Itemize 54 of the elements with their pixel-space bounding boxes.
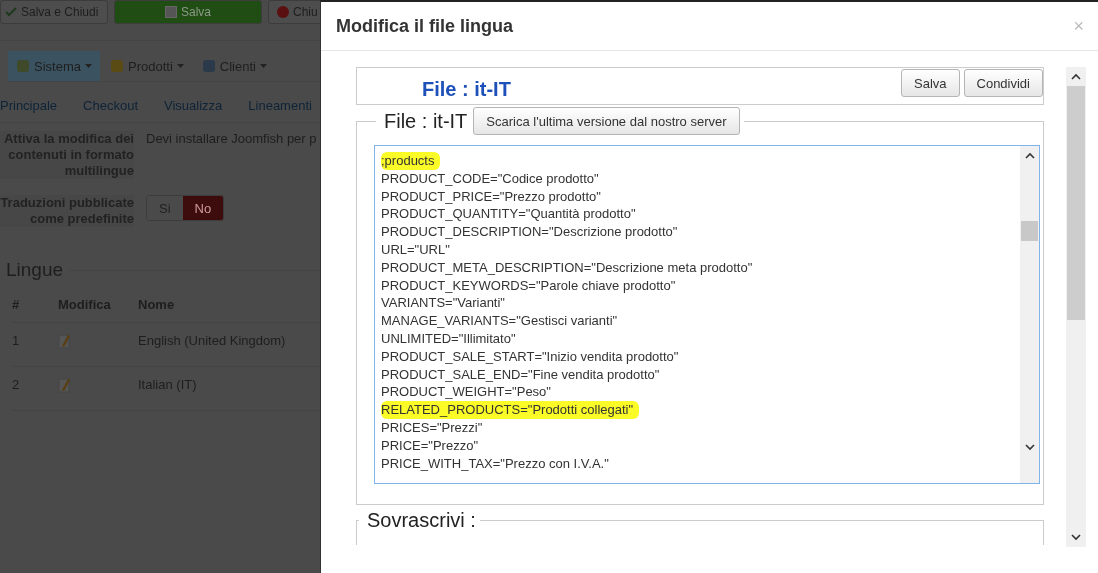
code-line: PRICE_WITH_TAX="Prezzo con I.V.A." — [381, 454, 609, 473]
menu-icon — [16, 59, 30, 73]
code-line: PRODUCT_WEIGHT="Peso" — [381, 383, 551, 402]
menu-item[interactable]: Sistema — [8, 51, 100, 81]
scroll-thumb[interactable] — [1067, 86, 1085, 320]
code-line: PRODUCT_QUANTITY="Quantità prodotto" — [381, 205, 636, 224]
code-line: PRODUCT_SALE_END="Fine vendita prodotto" — [381, 365, 660, 384]
column-header: # — [12, 287, 58, 323]
sub-tab[interactable]: Lineamenti — [248, 97, 312, 113]
fieldset-legend: File : it-IT — [384, 109, 468, 133]
scroll-thumb[interactable] — [1021, 221, 1038, 241]
code-line: PRODUCT_CODE="Codice prodotto" — [381, 169, 599, 188]
check-icon — [5, 7, 17, 17]
dialog-scrollbar[interactable] — [1066, 67, 1086, 547]
file-title: File : it-IT — [422, 76, 511, 101]
toolbar-button[interactable]: Salva — [114, 0, 262, 24]
pencil-icon[interactable] — [58, 377, 72, 393]
code-line: PRODUCT_KEYWORDS="Parole chiave prodotto" — [381, 276, 676, 295]
caret-icon — [259, 64, 267, 68]
toggle-option[interactable]: No — [182, 196, 224, 220]
code-line: RELATED_PRODUCTS="Prodotti collegati" — [381, 401, 640, 419]
edit-icon — [165, 6, 177, 18]
dialog-title: Modifica il file lingua — [336, 15, 513, 37]
code-line: PRODUCT_META_DESCRIPTION="Descrizione meta prodotto" — [381, 258, 753, 277]
caret-icon — [176, 64, 184, 68]
scroll-down-icon[interactable] — [1024, 444, 1035, 451]
scroll-up-icon[interactable] — [1024, 152, 1035, 159]
code-line: MANAGE_VARIANTS="Gestisci varianti" — [381, 312, 618, 330]
pencil-icon[interactable] — [58, 333, 72, 349]
caret-icon — [84, 64, 92, 68]
fieldset-legend: Sovrascrivi : — [367, 509, 476, 532]
scroll-down-icon[interactable] — [1071, 534, 1081, 541]
code-line: PRODUCT_DESCRIPTION="Descrizione prodotto" — [381, 223, 678, 241]
code-line: ;products — [381, 152, 441, 170]
code-line: PRODUCT_PRICE="Prezzo prodotto" — [381, 187, 601, 206]
sub-tab[interactable]: Checkout — [83, 97, 138, 113]
cancel-icon — [277, 6, 289, 18]
scroll-up-icon[interactable] — [1071, 73, 1081, 80]
action-button[interactable]: Salva — [901, 69, 960, 97]
menu-icon — [109, 59, 124, 73]
code-line: VARIANTS="Varianti" — [381, 294, 505, 313]
close-button[interactable]: × — [1073, 15, 1084, 37]
code-line: URL="URL" — [381, 241, 450, 259]
editor-scrollbar[interactable] — [1020, 146, 1039, 483]
sub-tab[interactable]: Principale — [0, 97, 58, 113]
code-line: PRICES="Prezzi" — [381, 418, 483, 437]
menu-icon — [201, 59, 216, 73]
text-editor[interactable] — [374, 145, 1040, 484]
code-line: UNLIMITED="Illimitato" — [381, 329, 516, 348]
sub-tab[interactable]: Visualizza — [164, 97, 223, 113]
code-line: PRODUCT_SALE_START="Inizio vendita prodotto" — [381, 347, 679, 366]
code-line: PRICE="Prezzo" — [381, 436, 478, 455]
action-button[interactable]: Condividi — [963, 69, 1043, 97]
download-button[interactable]: Scarica l'ultima versione dal nostro server — [473, 107, 740, 135]
